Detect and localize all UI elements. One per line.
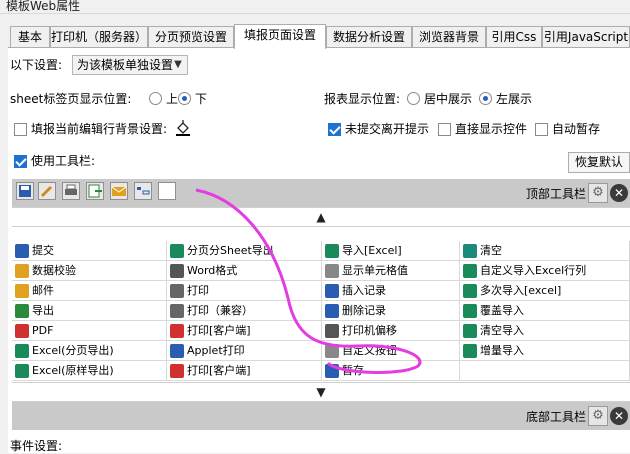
sheet-bottom-label: 下: [195, 92, 208, 106]
tab-browser-bg[interactable]: 浏览器背景: [412, 26, 486, 48]
chevron-down-icon: ▼: [174, 59, 182, 70]
annotation-scribble: [195, 188, 422, 374]
sheet-bottom-radio[interactable]: [178, 92, 191, 105]
toolbar-option-label: PDF: [32, 324, 54, 337]
custom-import-icon: [463, 264, 477, 278]
toolbar-option-label: 自定义导入Excel行列: [480, 264, 587, 277]
scope-select[interactable]: 为该模板单独设置 ▼: [72, 55, 188, 75]
report-position-label: 报表显示位置:: [324, 92, 401, 106]
direct-show-control-label: 直接显示控件: [455, 122, 528, 136]
toolbar-option-cell[interactable]: 自定义导入Excel行列: [460, 261, 630, 281]
toolbar-option-label: 导出: [32, 304, 54, 317]
bottom-toolbar-bar: 底部工具栏 ⚙ ✕: [12, 402, 630, 430]
toolbar-option-cell[interactable]: 增量导入: [460, 341, 630, 361]
bottom-toolbar-title: 底部工具栏: [525, 410, 586, 424]
paint-bucket-icon[interactable]: [174, 119, 192, 137]
move-down-arrow[interactable]: ▼: [12, 382, 630, 402]
toolbar-option-cell[interactable]: Excel(原样导出): [12, 361, 167, 381]
toolbar-option-label: 增量导入: [480, 344, 524, 357]
blank-icon[interactable]: [158, 182, 176, 200]
fill-row-bg-checkbox[interactable]: [14, 123, 27, 136]
check-data-icon: [15, 264, 29, 278]
excel-page-export-icon: [15, 344, 29, 358]
insert-row-icon[interactable]: [134, 182, 152, 200]
pencil-icon[interactable]: [38, 182, 56, 200]
toolbar-option-label: 清空: [480, 244, 502, 257]
report-center-label: 居中展示: [424, 92, 473, 106]
toolbar-option-cell[interactable]: 邮件: [12, 281, 167, 301]
window-title: 模板Web属性: [6, 0, 81, 13]
toolbar-option-cell[interactable]: 清空导入: [460, 321, 630, 341]
toolbar-option-label: 邮件: [32, 284, 54, 297]
tab-javascript[interactable]: 引用JavaScript: [542, 26, 630, 48]
clear-import-icon: [463, 324, 477, 338]
use-toolbar-label: 使用工具栏:: [31, 154, 96, 168]
fill-row-bg-label: 填报当前编辑行背景设置:: [31, 122, 168, 136]
tab-fill-page[interactable]: 填报页面设置: [234, 24, 326, 49]
clear-icon: [463, 244, 477, 258]
unsubmitted-leave-tip-checkbox[interactable]: [328, 123, 341, 136]
auto-save-label: 自动暂存: [552, 122, 601, 136]
save-icon[interactable]: [16, 182, 34, 200]
toolbar-option-cell: [460, 361, 630, 381]
tab-basic[interactable]: 基本: [10, 26, 50, 48]
use-toolbar-checkbox[interactable]: [14, 155, 27, 168]
fill-page-settings-panel: 以下设置: 为该模板单独设置 ▼ sheet标签页显示位置: 上 下 报表显示位…: [8, 48, 630, 453]
toolbar-option-cell[interactable]: 覆盖导入: [460, 301, 630, 321]
close-icon[interactable]: ✕: [610, 184, 628, 202]
mail-icon: [15, 284, 29, 298]
tab-css[interactable]: 引用Css: [486, 26, 542, 48]
sheet-position-label: sheet标签页显示位置:: [10, 92, 132, 106]
print-icon[interactable]: [62, 182, 80, 200]
export-icon: [15, 304, 29, 318]
submit-icon: [15, 244, 29, 258]
direct-show-control-checkbox[interactable]: [438, 123, 451, 136]
incremental-import-icon: [463, 344, 477, 358]
toolbar-option-label: 提交: [32, 244, 54, 257]
overwrite-import-icon: [463, 304, 477, 318]
sheet-top-radio[interactable]: [149, 92, 162, 105]
toolbar-option-label: 清空导入: [480, 324, 524, 337]
toolbar-option-cell[interactable]: 数据校验: [12, 261, 167, 281]
gear-icon[interactable]: ⚙: [588, 183, 608, 203]
mail-icon[interactable]: [110, 182, 128, 200]
export-icon[interactable]: [86, 182, 104, 200]
toolbar-option-cell[interactable]: 清空: [460, 241, 630, 261]
toolbar-option-label: 多次导入[excel]: [480, 284, 562, 297]
restore-default-button[interactable]: 恢复默认: [568, 152, 630, 173]
tab-page-preview[interactable]: 分页预览设置: [148, 26, 234, 48]
close-icon[interactable]: ✕: [610, 407, 628, 425]
toolbar-option-label: 覆盖导入: [480, 304, 524, 317]
tab-data-analysis[interactable]: 数据分析设置: [326, 26, 412, 48]
toolbar-option-cell[interactable]: 多次导入[excel]: [460, 281, 630, 301]
auto-save-checkbox[interactable]: [535, 123, 548, 136]
unsubmitted-leave-tip-label: 未提交离开提示: [345, 122, 430, 136]
report-center-radio[interactable]: [407, 92, 420, 105]
multi-import-icon: [463, 284, 477, 298]
scope-select-value: 为该模板单独设置: [77, 58, 174, 72]
report-left-radio[interactable]: [479, 92, 492, 105]
pdf-icon: [15, 324, 29, 338]
top-toolbar-title: 顶部工具栏: [525, 187, 586, 201]
toolbar-option-label: 数据校验: [32, 264, 76, 277]
report-left-label: 左展示: [496, 92, 533, 106]
tab-printer-server[interactable]: 打印机（服务器）: [50, 26, 148, 48]
tab-strip: 基本 打印机（服务器） 分页预览设置 填报页面设置 数据分析设置 浏览器背景 引…: [8, 24, 630, 49]
event-settings-label: 事件设置:: [10, 439, 63, 453]
toolbar-option-label: Excel(原样导出): [32, 364, 114, 377]
toolbar-option-cell[interactable]: Excel(分页导出): [12, 341, 167, 361]
toolbar-option-cell[interactable]: 提交: [12, 241, 167, 261]
window-titlebar: 模板Web属性: [0, 0, 630, 14]
gear-icon[interactable]: ⚙: [588, 406, 608, 426]
toolbar-option-cell[interactable]: PDF: [12, 321, 167, 341]
scope-label: 以下设置:: [10, 58, 63, 72]
toolbar-option-cell[interactable]: 导出: [12, 301, 167, 321]
toolbar-option-label: Excel(分页导出): [32, 344, 114, 357]
sheet-top-label: 上: [166, 92, 179, 106]
excel-original-export-icon: [15, 364, 29, 378]
